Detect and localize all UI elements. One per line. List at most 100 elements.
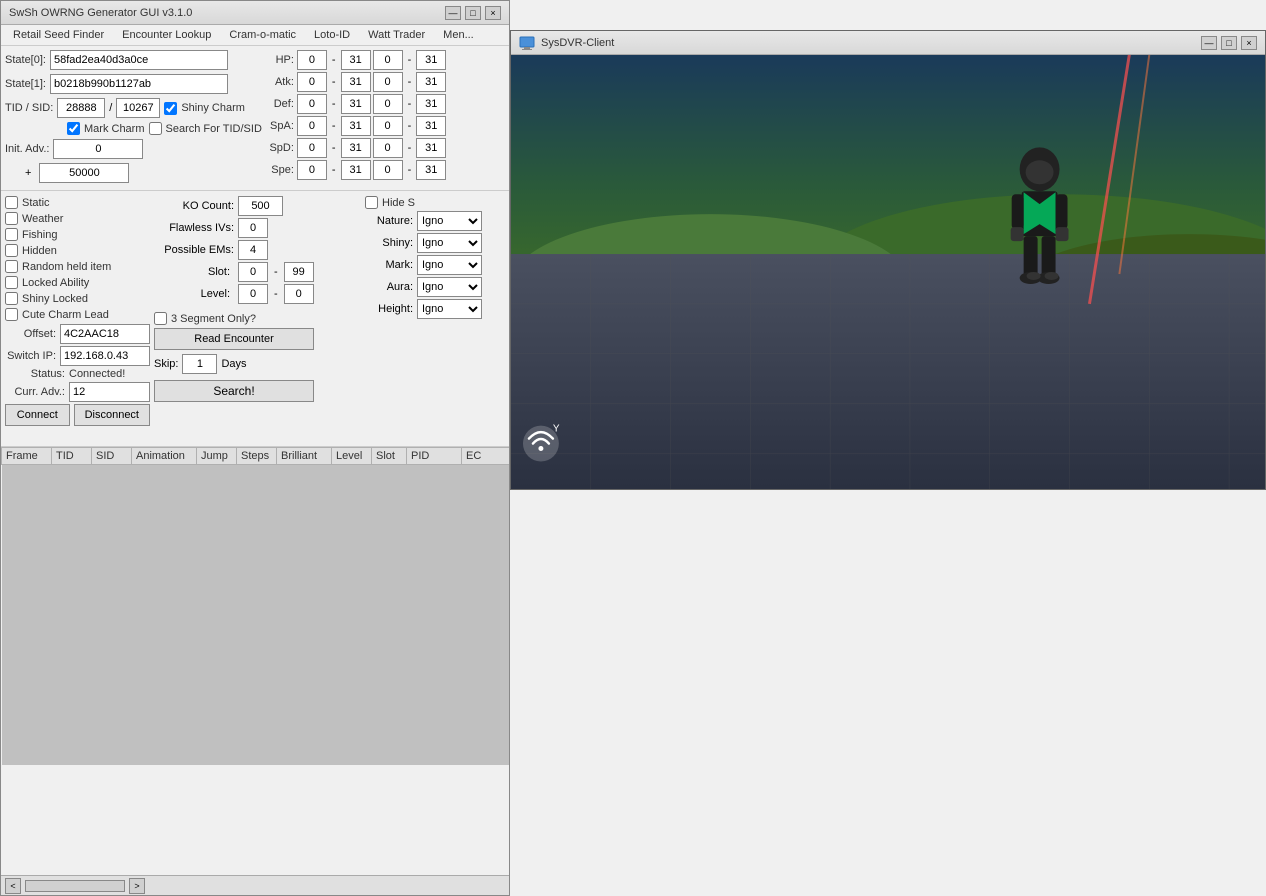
slot-min-input[interactable] — [238, 262, 268, 282]
hp-max-input[interactable] — [341, 50, 371, 70]
cute-charm-lead-checkbox[interactable] — [5, 308, 18, 321]
col-tid[interactable]: TID — [52, 448, 92, 465]
spa2-min-input[interactable] — [373, 116, 403, 136]
spd-min-input[interactable] — [297, 138, 327, 158]
switch-ip-input[interactable] — [60, 346, 150, 366]
sysdvr-maximize-button[interactable]: □ — [1221, 36, 1237, 50]
tid-input[interactable] — [57, 98, 105, 118]
possible-ems-input[interactable] — [238, 240, 268, 260]
col-frame[interactable]: Frame — [2, 448, 52, 465]
search-tid-sid-checkbox[interactable] — [149, 122, 162, 135]
weather-checkbox[interactable] — [5, 212, 18, 225]
spa-max-input[interactable] — [341, 116, 371, 136]
state0-input[interactable]: 58fad2ea40d3a0ce — [50, 50, 228, 70]
sysdvr-icon — [519, 35, 535, 51]
hp2-min-input[interactable] — [373, 50, 403, 70]
height-select[interactable]: Igno — [417, 299, 482, 319]
close-button[interactable]: × — [485, 6, 501, 20]
menu-cram-o-matic[interactable]: Cram-o-matic — [221, 27, 304, 43]
random-held-item-checkbox[interactable] — [5, 260, 18, 273]
hide-s-checkbox[interactable] — [365, 196, 378, 209]
three-segment-checkbox[interactable] — [154, 312, 167, 325]
search-button[interactable]: Search! — [154, 380, 314, 402]
def-stat-row: Def: - — [266, 94, 371, 114]
col-pid[interactable]: PID — [407, 448, 462, 465]
aura-select[interactable]: Igno — [417, 277, 482, 297]
tid-sid-label: TID / SID: — [5, 102, 53, 114]
ko-count-input[interactable] — [238, 196, 283, 216]
skip-label: Skip: — [154, 358, 178, 370]
spd2-max-input[interactable] — [416, 138, 446, 158]
flawless-ivs-input[interactable] — [238, 218, 268, 238]
disconnect-button[interactable]: Disconnect — [74, 404, 150, 426]
static-checkbox[interactable] — [5, 196, 18, 209]
connect-button[interactable]: Connect — [5, 404, 70, 426]
col-ec[interactable]: EC — [462, 448, 510, 465]
results-table-container[interactable]: Frame TID SID Animation Jump Steps Brill… — [1, 446, 509, 875]
spe2-max-input[interactable] — [416, 160, 446, 180]
def2-min-input[interactable] — [373, 94, 403, 114]
def-max-input[interactable] — [341, 94, 371, 114]
col-steps[interactable]: Steps — [237, 448, 277, 465]
maximize-button[interactable]: □ — [465, 6, 481, 20]
slot-max-input[interactable] — [284, 262, 314, 282]
horizontal-scrollbar[interactable]: < > — [5, 878, 145, 894]
menu-more[interactable]: Men... — [435, 27, 482, 43]
col-level[interactable]: Level — [332, 448, 372, 465]
sysdvr-minimize-button[interactable]: — — [1201, 36, 1217, 50]
spd-stat-row: SpD: - — [266, 138, 371, 158]
col-slot[interactable]: Slot — [372, 448, 407, 465]
level-max-input[interactable] — [284, 284, 314, 304]
atk2-min-input[interactable] — [373, 72, 403, 92]
menu-loto-id[interactable]: Loto-ID — [306, 27, 358, 43]
mark-charm-checkbox[interactable] — [67, 122, 80, 135]
nature-select[interactable]: Igno — [417, 211, 482, 231]
curr-adv-input[interactable] — [69, 382, 150, 402]
fishing-checkbox[interactable] — [5, 228, 18, 241]
col-sid[interactable]: SID — [92, 448, 132, 465]
menu-watt-trader[interactable]: Watt Trader — [360, 27, 433, 43]
locked-ability-checkbox[interactable] — [5, 276, 18, 289]
col-brilliant[interactable]: Brilliant — [277, 448, 332, 465]
shiny-charm-checkbox[interactable] — [164, 102, 177, 115]
shiny-select[interactable]: Igno — [417, 233, 482, 253]
spe2-min-input[interactable] — [373, 160, 403, 180]
spa-min-input[interactable] — [297, 116, 327, 136]
switch-ip-row: Switch IP: — [5, 346, 150, 366]
level-min-input[interactable] — [238, 284, 268, 304]
atk2-max-input[interactable] — [416, 72, 446, 92]
minimize-button[interactable]: — — [445, 6, 461, 20]
spd-max-input[interactable] — [341, 138, 371, 158]
spe-min-input[interactable] — [297, 160, 327, 180]
state1-input[interactable]: b0218b990b1127ab — [50, 74, 228, 94]
init-adv-input[interactable] — [53, 139, 143, 159]
spa2-max-input[interactable] — [416, 116, 446, 136]
atk-min-input[interactable] — [297, 72, 327, 92]
col-animation[interactable]: Animation — [132, 448, 197, 465]
hidden-checkbox[interactable] — [5, 244, 18, 257]
scroll-right-button[interactable]: > — [129, 878, 145, 894]
spd2-min-input[interactable] — [373, 138, 403, 158]
hp2-max-input[interactable] — [416, 50, 446, 70]
mark-charm-label: Mark Charm — [84, 123, 145, 135]
spe-max-input[interactable] — [341, 160, 371, 180]
read-encounter-button[interactable]: Read Encounter — [154, 328, 314, 350]
atk-max-input[interactable] — [341, 72, 371, 92]
weather-cb-row: Weather — [5, 212, 150, 225]
scroll-left-button[interactable]: < — [5, 878, 21, 894]
col-jump[interactable]: Jump — [197, 448, 237, 465]
mark-select[interactable]: Igno — [417, 255, 482, 275]
sid-input[interactable] — [116, 98, 160, 118]
def2-max-input[interactable] — [416, 94, 446, 114]
shiny-locked-checkbox[interactable] — [5, 292, 18, 305]
nature-filter-label: Nature: — [365, 215, 413, 227]
skip-input[interactable] — [182, 354, 217, 374]
plus-input[interactable] — [39, 163, 129, 183]
menu-encounter-lookup[interactable]: Encounter Lookup — [114, 27, 219, 43]
def-min-input[interactable] — [297, 94, 327, 114]
menu-retail-seed-finder[interactable]: Retail Seed Finder — [5, 27, 112, 43]
hp-min-input[interactable] — [297, 50, 327, 70]
spa-label: SpA: — [266, 120, 294, 132]
sysdvr-close-button[interactable]: × — [1241, 36, 1257, 50]
offset-input[interactable] — [60, 324, 150, 344]
